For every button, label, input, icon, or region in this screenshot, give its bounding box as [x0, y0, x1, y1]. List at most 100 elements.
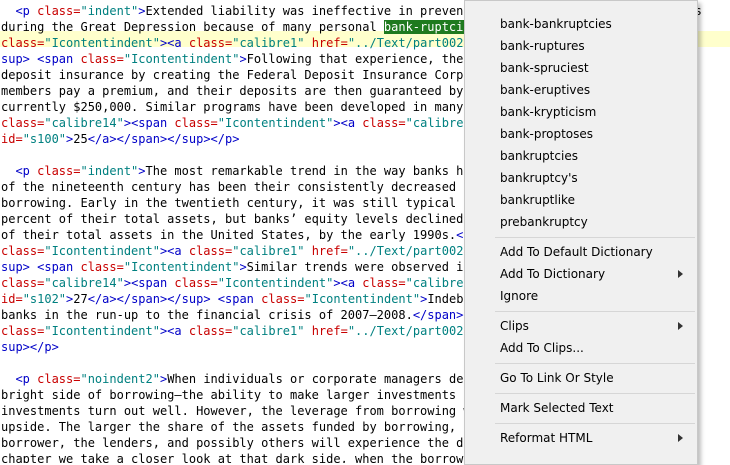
- code-token: "Icontentindent": [217, 116, 334, 130]
- code-token: upside. The larger the share of the asse…: [1, 420, 478, 434]
- menu-item-add-to-clips-[interactable]: Add To Clips...: [465, 337, 697, 359]
- code-token: <p: [1, 4, 38, 18]
- code-token: class=: [188, 36, 233, 50]
- menu-item-label: bankruptcies: [500, 149, 578, 163]
- code-line: bright side of borrowing—the ability to …: [1, 387, 478, 403]
- code-token: class=: [362, 116, 406, 130]
- suggestion-item[interactable]: bankruptcy's: [465, 167, 697, 189]
- code-token: ><a: [333, 116, 363, 130]
- submenu-arrow-icon: [678, 434, 683, 442]
- code-token: href=: [304, 36, 348, 50]
- code-token: "../Text/part0024.: [347, 324, 478, 338]
- code-line: sup> <span class="Icontentindent">Simila…: [1, 259, 471, 275]
- code-token: <span: [29, 52, 81, 66]
- code-token: chapter we take a closer look at that da…: [1, 452, 478, 463]
- menu-item-ignore[interactable]: Ignore: [465, 285, 697, 307]
- menu-item-go-to-link-or-style[interactable]: Go To Link Or Style: [465, 367, 697, 389]
- code-token: "calibre14": [44, 116, 124, 130]
- code-token: class=: [188, 324, 233, 338]
- code-token: "calibre1": [232, 244, 305, 258]
- code-token: members pay a premium, and their deposit…: [1, 84, 478, 98]
- code-token: class=: [188, 244, 233, 258]
- menu-item-label: Add To Dictionary: [500, 267, 606, 281]
- code-line: id="s100">25</a></span></sup></p>: [1, 131, 239, 147]
- code-line: currently $250,000. Similar programs hav…: [1, 99, 478, 115]
- menu-item-label: Add To Default Dictionary: [500, 245, 653, 259]
- code-token: ><a: [333, 276, 363, 290]
- code-line: <p class="noindent2">When individuals or…: [1, 371, 478, 387]
- submenu-arrow-icon: [678, 270, 683, 278]
- code-token: class=: [362, 276, 406, 290]
- code-token: class=: [1, 244, 45, 258]
- suggestion-item[interactable]: bank-eruptives: [465, 79, 697, 101]
- menu-item-add-to-dictionary[interactable]: Add To Dictionary: [465, 263, 697, 285]
- code-token: investments turn out well. However, the …: [1, 404, 478, 418]
- suggestion-item[interactable]: prebankruptcy: [465, 211, 697, 233]
- code-token: Following that experience, the U: [246, 52, 478, 66]
- code-line: banks in the run-up to the financial cri…: [1, 307, 478, 323]
- code-line: chapter we take a closer look at that da…: [1, 451, 478, 463]
- code-token: borrower, the lenders, and possibly othe…: [1, 436, 478, 450]
- menu-separator: [495, 393, 695, 394]
- code-token: during the Great Depression because of m…: [1, 20, 384, 34]
- code-token: banks in the run-up to the financial cri…: [1, 308, 413, 322]
- spellcheck-context-menu: bank-bankruptcies bank-ruptures bank-spruc…: [464, 0, 698, 465]
- code-token: class=: [37, 164, 81, 178]
- code-token: "Icontentindent": [217, 276, 334, 290]
- menu-item-label: bank-ruptures: [500, 39, 585, 53]
- code-token: percent of their total assets, but banks…: [1, 212, 478, 226]
- code-token: of the nineteenth century has been their…: [1, 180, 478, 194]
- code-token: >: [239, 260, 247, 274]
- code-token: ><span: [123, 116, 175, 130]
- code-token: "noindent2": [80, 372, 160, 386]
- suggestion-item[interactable]: bankruptcies: [465, 145, 697, 167]
- code-token: Extended liability was ineffective in pr…: [145, 4, 478, 18]
- code-token: sup></p>: [1, 340, 59, 354]
- code-token: ><a: [159, 36, 189, 50]
- code-token: class=: [1, 324, 45, 338]
- suggestion-item[interactable]: bank-proptoses: [465, 123, 697, 145]
- menu-item-reformat-html[interactable]: Reformat HTML: [465, 427, 697, 449]
- suggestion-item[interactable]: bank-spruciest: [465, 57, 697, 79]
- code-token: class=: [80, 260, 124, 274]
- code-token: <span: [210, 292, 262, 306]
- menu-item-add-to-default-dictionary[interactable]: Add To Default Dictionary: [465, 241, 697, 263]
- menu-item-label: bank-krypticism: [500, 105, 597, 119]
- code-token: class=: [80, 52, 124, 66]
- code-token: >: [138, 4, 146, 18]
- menu-separator: [495, 363, 695, 364]
- code-token: When individuals or corporate managers d…: [167, 372, 478, 386]
- menu-item-label: bank-proptoses: [500, 127, 594, 141]
- code-line: investments turn out well. However, the …: [1, 403, 478, 419]
- code-token: "Icontentindent": [44, 244, 160, 258]
- code-token: of their total assets in the United Stat…: [1, 228, 457, 242]
- code-token: class=: [174, 276, 218, 290]
- menu-item-mark-selected-text[interactable]: Mark Selected Text: [465, 397, 697, 419]
- code-token: href=: [304, 324, 348, 338]
- code-token: ><a: [159, 324, 189, 338]
- code-token: 27: [73, 292, 88, 306]
- menu-separator: [495, 311, 695, 312]
- code-token: >: [239, 52, 247, 66]
- suggestion-item[interactable]: bankruptlike: [465, 189, 697, 211]
- code-token: "indent": [80, 164, 139, 178]
- menu-item-label: bank-eruptives: [500, 83, 591, 97]
- code-token: class=: [261, 292, 305, 306]
- code-token: "s100": [22, 132, 67, 146]
- menu-item-label: bankruptcy's: [500, 171, 578, 185]
- menu-item-label: Ignore: [500, 289, 539, 303]
- code-line: during the Great Depression because of m…: [1, 19, 478, 35]
- code-token: id=: [1, 292, 23, 306]
- menu-item-label: Clips: [500, 319, 529, 333]
- code-token: <span: [29, 260, 81, 274]
- code-token: deposit insurance by creating the Federa…: [1, 68, 478, 82]
- menu-item-label: Reformat HTML: [500, 431, 593, 445]
- code-token: ><a: [159, 244, 189, 258]
- suggestion-item[interactable]: bank-ruptures: [465, 35, 697, 57]
- code-token: "s102": [22, 292, 67, 306]
- code-line: of their total assets in the United Stat…: [1, 227, 478, 243]
- menu-item-clips[interactable]: Clips: [465, 315, 697, 337]
- suggestion-item[interactable]: bank-bankruptcies: [465, 13, 697, 35]
- code-line: members pay a premium, and their deposit…: [1, 83, 478, 99]
- suggestion-item[interactable]: bank-krypticism: [465, 101, 697, 123]
